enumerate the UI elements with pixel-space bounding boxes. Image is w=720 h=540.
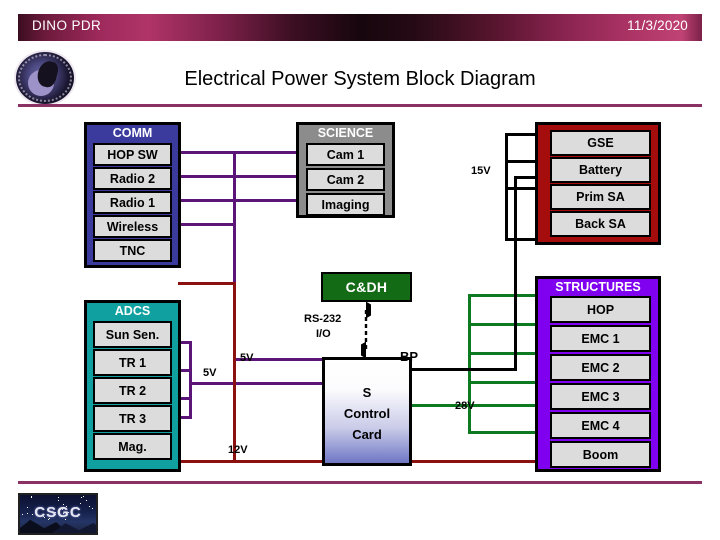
comm-item-wireless[interactable]: Wireless [93,215,172,238]
wire-tnc-right [178,282,236,285]
label-bp: BP [400,349,418,364]
adcs-item-tr-3[interactable]: TR 3 [93,405,172,432]
wire-15v-from-bp [412,368,517,371]
structures-item-boom[interactable]: Boom [550,441,651,468]
wire-28v-riser [468,294,471,434]
group-adcs-label: ADCS [87,303,178,320]
csgc-logo-text: CSGC [20,504,96,521]
comm-item-radio-1[interactable]: Radio 1 [93,191,172,214]
structures-item-emc-4[interactable]: EMC 4 [550,412,651,439]
comm-item-tnc[interactable]: TNC [93,239,172,262]
wire-comm-science-1 [178,151,300,154]
presentation-date: 11/3/2020 [627,18,688,33]
gse-item-prim-sa[interactable]: Prim SA [550,184,651,210]
footer-divider [18,481,702,484]
label-12v: 12V [228,444,248,456]
structures-item-emc-2[interactable]: EMC 2 [550,354,651,381]
s-control-card-line1: S [325,382,409,403]
gse-item-battery[interactable]: Battery [550,157,651,183]
group-comm-label: COMM [87,125,178,142]
adcs-item-mag[interactable]: Mag. [93,433,172,460]
structures-item-hop[interactable]: HOP [550,296,651,323]
label-5v-lower: 5V [203,367,216,379]
s-control-card-label: S Control Card [325,382,409,445]
group-gse: GSE Battery Prim SA Back SA [535,122,661,245]
wire-5v-lower-to-card [189,382,322,385]
wire-gse-4 [505,238,538,241]
adcs-item-tr-1[interactable]: TR 1 [93,349,172,376]
wire-12v-riser [233,282,236,462]
label-5v-upper: 5V [240,352,253,364]
adcs-item-tr-2[interactable]: TR 2 [93,377,172,404]
cdh-block[interactable]: C&DH [321,272,412,302]
s-control-card-line3: Card [325,424,409,445]
gse-item-back-sa[interactable]: Back SA [550,211,651,237]
science-item-imaging[interactable]: Imaging [306,193,385,216]
comm-item-hop-sw[interactable]: HOP SW [93,143,172,166]
page-title: Electrical Power System Block Diagram [0,68,720,91]
wire-28v-emc1 [468,323,538,326]
gse-item-gse[interactable]: GSE [550,130,651,156]
rs232-dotted-arrow [361,302,371,358]
wire-gse-3 [505,187,538,190]
wire-adcs-bus [189,341,192,419]
group-structures: STRUCTURES HOP EMC 1 EMC 2 EMC 3 EMC 4 B… [535,276,661,472]
label-io: I/O [316,328,331,340]
adcs-item-sun-sen[interactable]: Sun Sen. [93,321,172,348]
wire-gse-2 [505,160,538,163]
s-control-card[interactable]: S Control Card [322,357,412,466]
header-divider [18,104,702,107]
science-item-cam-1[interactable]: Cam 1 [306,143,385,166]
group-adcs: ADCS Sun Sen. TR 1 TR 2 TR 3 Mag. [84,300,181,472]
group-science: SCIENCE Cam 1 Cam 2 Imaging [296,122,395,218]
presentation-title: DINO PDR [32,18,101,33]
wire-15v-riser [514,176,517,371]
group-comm: COMM HOP SW Radio 2 Radio 1 Wireless TNC [84,122,181,268]
wire-comm-science-3 [178,199,300,202]
group-science-label: SCIENCE [299,125,392,142]
comm-item-radio-2[interactable]: Radio 2 [93,167,172,190]
label-28v: 28V [455,400,475,412]
structures-item-emc-1[interactable]: EMC 1 [550,325,651,352]
wire-28v-emc2 [468,352,538,355]
wire-28v-emc4 [468,431,538,434]
label-15v: 15V [471,165,491,177]
label-rs232: RS-232 [304,313,341,325]
wire-gse-1 [505,133,538,136]
structures-item-emc-3[interactable]: EMC 3 [550,383,651,410]
logo-star [31,497,32,498]
science-item-cam-2[interactable]: Cam 2 [306,168,385,191]
logo-star [58,500,59,501]
logo-star [81,497,82,498]
wire-28v-hop [468,294,538,297]
logo-star [86,500,87,501]
csgc-logo: CSGC [18,493,98,535]
wire-comm-science-2 [178,175,300,178]
wire-comm-wireless [178,223,236,226]
title-bar: DINO PDR 11/3/2020 [18,14,702,41]
s-control-card-line2: Control [325,403,409,424]
slide-root: DINO PDR 11/3/2020 Electrical Power Syst… [0,0,720,540]
logo-star [83,496,84,497]
logo-star [58,497,59,498]
wire-28v-emc3 [468,381,538,384]
group-structures-label: STRUCTURES [538,279,658,296]
